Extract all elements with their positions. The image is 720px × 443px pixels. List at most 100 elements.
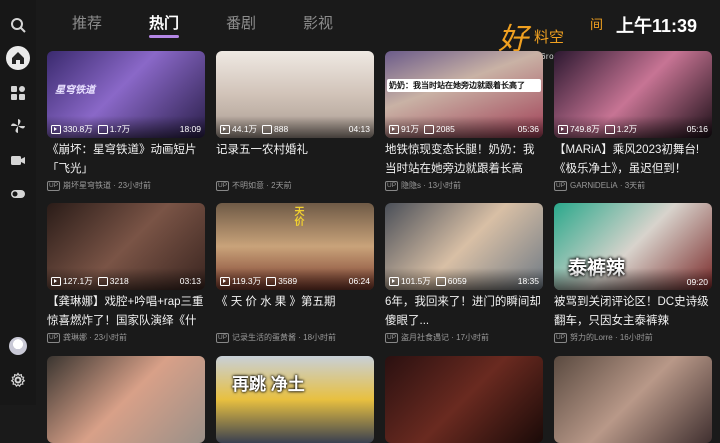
video-duration: 04:13 bbox=[348, 124, 370, 134]
video-thumbnail: 天价 119.3万 3589 06:24 bbox=[216, 203, 374, 290]
up-badge: UP bbox=[554, 180, 568, 191]
video-uploader-row: UP 努力的Lorre · 16小时前 bbox=[554, 332, 653, 343]
video-duration: 18:35 bbox=[517, 276, 539, 286]
video-thumbnail: 泰裤辣 09:20 bbox=[554, 203, 712, 290]
danmaku-icon bbox=[97, 124, 108, 134]
video-title: 被骂到关闭评论区！DC史诗级翻车，只因女主泰裤辣 bbox=[554, 296, 709, 327]
tab-anime[interactable]: 番剧 bbox=[226, 14, 256, 36]
upload-time: 2天前 bbox=[271, 181, 292, 190]
video-icon[interactable] bbox=[6, 148, 30, 172]
sidebar bbox=[0, 0, 36, 405]
up-badge: UP bbox=[385, 332, 399, 343]
video-card[interactable] bbox=[554, 356, 712, 443]
danmaku-icon bbox=[266, 276, 277, 286]
search-icon[interactable] bbox=[6, 13, 30, 37]
video-uploader-row: UP 隐隐s · 13小时前 bbox=[385, 180, 462, 191]
video-card[interactable]: 749.8万 1.2万 05:16 【MARiA】乘风2023初舞台!《极乐净土… bbox=[554, 51, 712, 191]
uploader-name: 隐隐s bbox=[401, 181, 422, 190]
video-duration: 05:16 bbox=[686, 124, 708, 134]
avatar[interactable] bbox=[9, 337, 27, 355]
video-uploader-row: UP GARNiDELiA · 3天前 bbox=[554, 180, 646, 191]
video-thumbnail bbox=[47, 356, 205, 443]
danmaku-icon bbox=[262, 124, 273, 134]
video-stats: 127.1万 3218 03:13 bbox=[51, 275, 201, 287]
play-count-icon bbox=[558, 124, 568, 134]
view-count: 91万 bbox=[401, 124, 419, 134]
play-count-icon bbox=[51, 124, 61, 134]
tab-recommend[interactable]: 推荐 bbox=[72, 14, 102, 36]
tab-bar: 推荐 热门 番剧 影视 bbox=[72, 14, 380, 38]
danmaku-count: 888 bbox=[274, 124, 289, 134]
danmaku-icon bbox=[97, 276, 108, 286]
video-duration: 09:20 bbox=[686, 277, 708, 287]
video-stats: 749.8万 1.2万 05:16 bbox=[558, 123, 708, 135]
danmaku-count: 3589 bbox=[278, 276, 298, 286]
view-count: 127.1万 bbox=[63, 276, 93, 286]
grid-icon[interactable] bbox=[6, 81, 30, 105]
upload-time: 17小时前 bbox=[456, 333, 490, 342]
uploader-name: 努力的Lorre bbox=[570, 333, 613, 342]
danmaku-count: 1.2万 bbox=[616, 124, 638, 134]
video-card[interactable]: 127.1万 3218 03:13 【龚琳娜】戏腔+吟唱+rap三重惊喜燃炸了！… bbox=[47, 203, 205, 343]
danmaku-count: 2085 bbox=[435, 124, 455, 134]
video-uploader-row: UP 龚琳娜 · 23小时前 bbox=[47, 332, 128, 343]
video-card[interactable]: 再跳 净土 bbox=[216, 356, 374, 443]
video-card[interactable] bbox=[385, 356, 543, 443]
play-count-icon bbox=[389, 276, 399, 286]
tab-movies[interactable]: 影视 bbox=[303, 14, 333, 36]
toggle-icon[interactable] bbox=[6, 182, 30, 206]
video-title: 【龚琳娜】戏腔+吟唱+rap三重惊喜燃炸了！国家队演绎《什 bbox=[47, 296, 204, 327]
thumbnail-caption: 再跳 净土 bbox=[232, 375, 305, 394]
danmaku-count: 3218 bbox=[109, 276, 129, 286]
video-card[interactable]: 泰裤辣 09:20 被骂到关闭评论区！DC史诗级翻车，只因女主泰裤辣 UP努力的… bbox=[554, 203, 712, 343]
logo-jian-char: 间 bbox=[590, 17, 604, 32]
view-count: 119.3万 bbox=[232, 276, 262, 286]
upload-time: 23小时前 bbox=[94, 333, 128, 342]
danmaku-icon bbox=[435, 276, 446, 286]
video-card[interactable]: 44.1万 888 04:13 记录五一农村婚礼 UP 不明如意 · 2天前 bbox=[216, 51, 374, 191]
danmaku-count: 6059 bbox=[447, 276, 467, 286]
video-thumbnail: 127.1万 3218 03:13 bbox=[47, 203, 205, 290]
video-thumbnail: 再跳 净土 bbox=[216, 356, 374, 443]
play-count-icon bbox=[389, 124, 399, 134]
thumbnail-caption: 天价 bbox=[292, 206, 303, 226]
video-thumbnail bbox=[385, 356, 543, 443]
upload-time: 23小时前 bbox=[118, 181, 152, 190]
video-thumbnail: 44.1万 888 04:13 bbox=[216, 51, 374, 138]
video-stats: 44.1万 888 04:13 bbox=[220, 123, 370, 135]
up-badge: UP bbox=[385, 180, 399, 191]
video-thumbnail bbox=[554, 356, 712, 443]
video-uploader-row: UP 记录生活的蛋黄酱 · 18小时前 bbox=[216, 332, 337, 343]
video-title: 《 天 价 水 果 》第五期 bbox=[216, 296, 336, 308]
video-duration: 18:09 bbox=[179, 124, 201, 134]
uploader-name: 崩坏星穹铁道 bbox=[63, 181, 112, 190]
play-count-icon bbox=[220, 124, 230, 134]
thumbnail-caption: 奶奶：我当时站在她旁边就跟着长高了 bbox=[387, 79, 541, 92]
settings-icon[interactable] bbox=[6, 368, 30, 392]
danmaku-icon bbox=[604, 124, 615, 134]
upload-time: 3天前 bbox=[624, 181, 646, 190]
video-card[interactable]: 星穹铁道 330.8万 1.7万 18:09 《崩坏：星穹铁道》动画短片「飞光」… bbox=[47, 51, 205, 191]
video-card[interactable]: 101.5万 6059 18:35 6年，我回来了！进门的瞬间却傻眼了... U… bbox=[385, 203, 543, 343]
video-duration: 05:36 bbox=[517, 124, 539, 134]
video-card[interactable] bbox=[47, 356, 205, 443]
video-title: 地铁惊现变态长腿！奶奶：我当时站在她旁边就跟着长高 bbox=[385, 144, 535, 175]
video-stats: 119.3万 3589 06:24 bbox=[220, 275, 370, 287]
uploader-name: 不明如意 bbox=[232, 181, 265, 190]
view-count: 749.8万 bbox=[570, 124, 600, 134]
danmaku-icon bbox=[423, 124, 434, 134]
video-stats: 09:20 bbox=[558, 277, 708, 287]
up-badge: UP bbox=[47, 332, 61, 343]
logo-mid-text: 料空 bbox=[534, 29, 565, 46]
video-card[interactable]: 奶奶：我当时站在她旁边就跟着长高了 91万 2085 05:36 地铁惊现变态长… bbox=[385, 51, 543, 191]
uploader-name: 盗月社食遇记 bbox=[401, 333, 450, 342]
pinwheel-icon[interactable] bbox=[6, 114, 30, 138]
tab-hot[interactable]: 热门 bbox=[149, 14, 180, 38]
video-thumbnail: 101.5万 6059 18:35 bbox=[385, 203, 543, 290]
video-title: 《崩坏：星穹铁道》动画短片「飞光」 bbox=[47, 144, 197, 175]
play-count-icon bbox=[51, 276, 61, 286]
video-duration: 03:13 bbox=[179, 276, 201, 286]
video-stats: 91万 2085 05:36 bbox=[389, 123, 539, 135]
home-icon[interactable] bbox=[6, 46, 30, 70]
video-card[interactable]: 天价 119.3万 3589 06:24 《 天 价 水 果 》第五期 UP 记录… bbox=[216, 203, 374, 343]
